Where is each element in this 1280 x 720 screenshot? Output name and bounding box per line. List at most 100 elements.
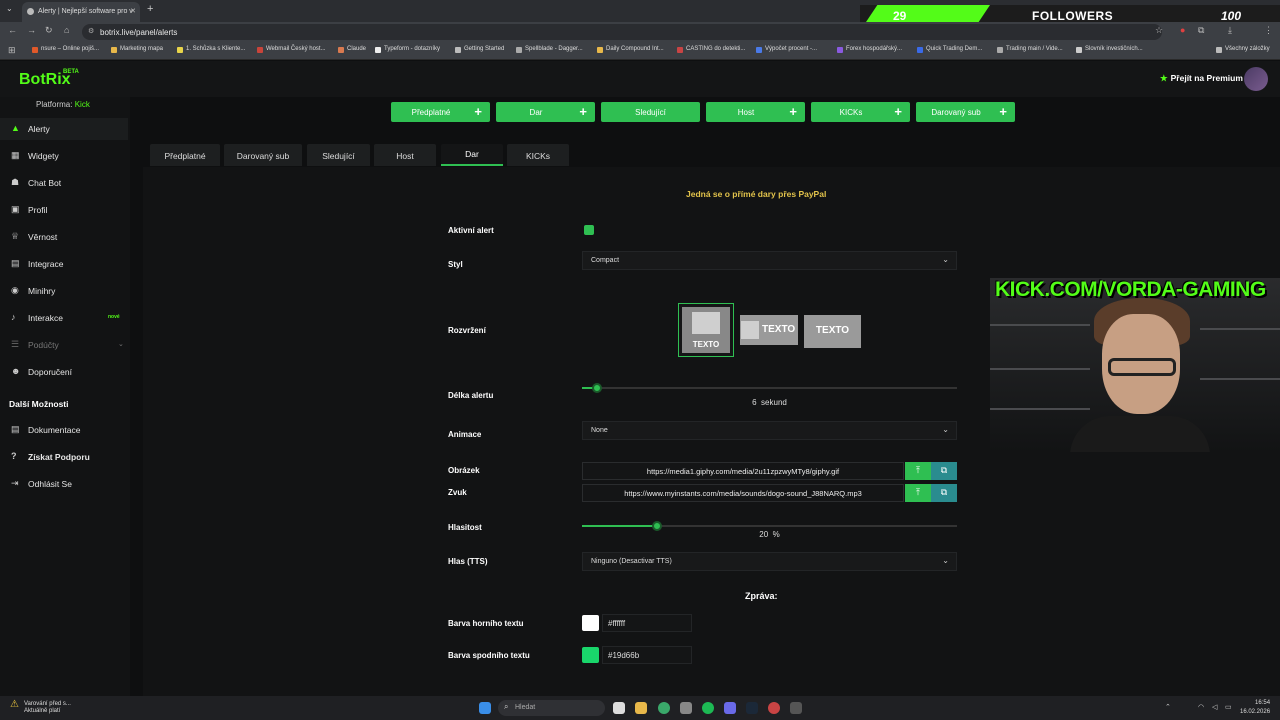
tab-kicks[interactable]: KICKs <box>507 144 569 166</box>
bookmark[interactable]: Slovník investičních... <box>1076 46 1143 53</box>
sound-url-input[interactable]: https://www.myinstants.com/media/sounds/… <box>582 484 904 502</box>
sidebar-item-alerty[interactable]: ▲ Alerty <box>0 118 128 140</box>
apps-icon[interactable]: ⊞ <box>8 45 16 56</box>
upload-image-button[interactable]: ⤒ <box>905 462 931 480</box>
extension-icon[interactable]: ● <box>1180 25 1185 35</box>
battery-icon[interactable]: ▭ <box>1225 703 1232 711</box>
url-field[interactable]: ⚙ botrix.live/panel/alerts <box>82 24 1162 40</box>
tab-host[interactable]: Host <box>374 144 436 166</box>
bookmark[interactable]: Forex hospodářský... <box>837 46 902 53</box>
bookmark[interactable]: Quick Trading Dem... <box>917 46 982 53</box>
windows-start-icon[interactable] <box>479 702 491 714</box>
sidebar-item-integrace[interactable]: ▤ Integrace <box>0 253 128 275</box>
top-text-color-label: Barva horního textu <box>448 619 524 628</box>
sidebar-item-profil[interactable]: ▣ Profil <box>0 199 128 221</box>
duration-slider-handle[interactable] <box>592 383 602 393</box>
upload-sound-button[interactable]: ⤒ <box>905 484 931 502</box>
taskbar-search[interactable]: ⌕ Hledat <box>498 700 605 716</box>
bookmark[interactable]: Spellblade - Dagger... <box>516 46 583 53</box>
calculator-icon[interactable] <box>680 702 692 714</box>
top-text-color-swatch[interactable] <box>582 615 599 631</box>
sound-library-button[interactable]: ⧉ <box>931 484 957 502</box>
sidebar-item-doporuceni[interactable]: ☻ Doporučení <box>0 361 128 383</box>
bookmark[interactable]: Typeform - dotazníky <box>375 46 440 53</box>
tts-select[interactable]: Ninguno (Desactivar TTS) ⌄ <box>582 552 957 571</box>
top-text-color-input[interactable]: #ffffff <box>602 614 692 632</box>
premium-link[interactable]: ★ Přejít na Premium <box>1160 73 1243 84</box>
weather-warning[interactable]: ⚠ Varování před s... Aktuálně platí <box>10 700 71 715</box>
tab-predplatne[interactable]: Předplatné <box>150 144 220 166</box>
sidebar-item-chat-bot[interactable]: ☗ Chat Bot <box>0 172 128 194</box>
bookmark[interactable]: Daily Compound Int... <box>597 46 664 53</box>
add-kicks-button[interactable]: KICKs + <box>811 102 910 122</box>
style-select[interactable]: Compact ⌄ <box>582 251 957 270</box>
bookmark[interactable]: Marketing mapa <box>111 46 163 53</box>
site-info-icon[interactable]: ⚙ <box>88 27 94 35</box>
layout-option-side[interactable]: TEXTO <box>740 315 798 345</box>
bookmark[interactable]: Výpočet procent -... <box>756 46 817 53</box>
image-library-button[interactable]: ⧉ <box>931 462 957 480</box>
bookmark[interactable]: CASTING do detekti... <box>677 46 745 53</box>
tab-close-icon[interactable]: ✕ <box>130 7 136 15</box>
tray-chevron-icon[interactable]: ⌃ <box>1165 703 1171 711</box>
tab-sledujici[interactable]: Sledující <box>307 144 370 166</box>
tab-dar[interactable]: Dar <box>441 144 503 166</box>
active-alert-checkbox[interactable] <box>584 225 594 235</box>
task-view-icon[interactable] <box>613 702 625 714</box>
reload-icon[interactable]: ↻ <box>45 25 53 36</box>
app-icon[interactable] <box>724 702 736 714</box>
bookmark-star-icon[interactable]: ☆ <box>1155 25 1163 36</box>
search-icon: ⌕ <box>504 702 509 711</box>
layout-option-stacked[interactable]: TEXTO <box>678 303 734 357</box>
sidebar-item-poducty[interactable]: ☰ Podúčty ⌄ <box>0 334 128 356</box>
sidebar-item-dokumentace[interactable]: ▤ Dokumentace <box>0 419 128 441</box>
wifi-icon[interactable]: ◠ <box>1198 703 1204 711</box>
add-sledujici-button[interactable]: Sledující <box>601 102 700 122</box>
add-predplatne-button[interactable]: Předplatné + <box>391 102 490 122</box>
steam-icon[interactable] <box>746 702 758 714</box>
app-icon[interactable] <box>768 702 780 714</box>
sidebar-item-widgety[interactable]: ▦ Widgety <box>0 145 128 167</box>
animation-select[interactable]: None ⌄ <box>582 421 957 440</box>
sidebar-item-minihry[interactable]: ◉ Minihry <box>0 280 128 302</box>
image-url-input[interactable]: https://media1.giphy.com/media/2u11zpzwy… <box>582 462 904 480</box>
bookmark[interactable]: Trading main / Vide... <box>997 46 1063 53</box>
spotify-icon[interactable] <box>702 702 714 714</box>
tab-search-icon[interactable]: ⌄ <box>6 4 13 13</box>
add-darovany-sub-button[interactable]: Darovaný sub + <box>916 102 1015 122</box>
avatar[interactable] <box>1244 67 1268 91</box>
browser-tab[interactable]: Alerty | Nejlepší software pro v ✕ <box>22 2 140 22</box>
bottom-text-color-swatch[interactable] <box>582 647 599 663</box>
bookmark[interactable]: 1. Schůzka s Kliente... <box>177 46 245 53</box>
menu-icon[interactable]: ⋮ <box>1264 25 1273 36</box>
bookmark[interactable]: Webmail Český host... <box>257 46 326 53</box>
sidebar-item-ziskat-podporu[interactable]: ? Získat Podporu <box>0 446 128 468</box>
new-tab-icon[interactable]: + <box>147 3 153 15</box>
add-dar-button[interactable]: Dar + <box>496 102 595 122</box>
add-host-button[interactable]: Host + <box>706 102 805 122</box>
warning-icon: ▲ <box>11 123 20 133</box>
volume-slider[interactable] <box>582 521 957 531</box>
bookmark[interactable]: nsure – Online pojiš... <box>32 46 99 53</box>
download-icon[interactable]: ⤓ <box>1228 25 1232 36</box>
sidebar-item-odhlasit-se[interactable]: ⇥ Odhlásit Se <box>0 473 128 495</box>
clock[interactable]: 16:54 16.02.2026 <box>1240 699 1270 717</box>
sidebar-item-interakce[interactable]: ♪ Interakce nové <box>0 307 128 329</box>
bookmark[interactable]: Getting Started <box>455 46 504 53</box>
file-explorer-icon[interactable] <box>635 702 647 714</box>
home-icon[interactable]: ⌂ <box>64 25 69 35</box>
all-bookmarks[interactable]: Všechny záložky <box>1216 46 1270 53</box>
volume-icon[interactable]: ◁ <box>1212 703 1217 711</box>
bottom-text-color-input[interactable]: #19d66b <box>602 646 692 664</box>
chrome-icon[interactable] <box>658 702 670 714</box>
back-icon[interactable]: ← <box>8 25 17 35</box>
profile-icon: ▣ <box>11 204 20 214</box>
tab-darovany-sub[interactable]: Darovaný sub <box>224 144 302 166</box>
sidebar-item-vernost[interactable]: ♕ Věrnost <box>0 226 128 248</box>
layout-option-overlay[interactable]: TEXTO <box>804 315 861 348</box>
bookmark[interactable]: Claude <box>338 46 366 53</box>
app-icon[interactable] <box>790 702 802 714</box>
forward-icon[interactable]: → <box>27 25 36 35</box>
duration-slider[interactable] <box>582 383 957 393</box>
extensions-icon[interactable]: ⧉ <box>1198 25 1204 36</box>
